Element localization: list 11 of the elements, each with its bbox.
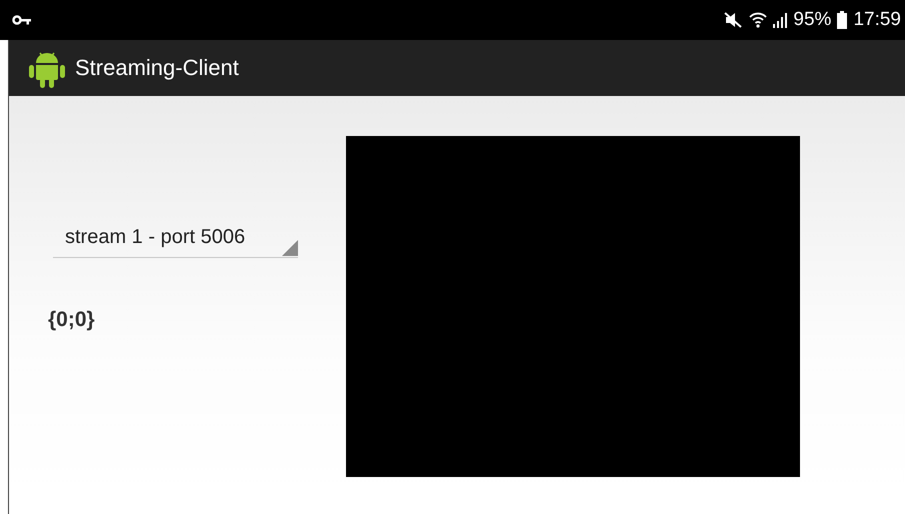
app-title: Streaming-Client [75,55,239,81]
wifi-icon [749,11,768,29]
battery-icon [837,11,848,29]
dropdown-corner-icon [282,240,298,256]
mute-icon [723,11,744,29]
signal-icon [773,12,788,28]
battery-percent: 95% [793,9,832,31]
clock: 17:59 [853,9,901,31]
stream-dropdown[interactable]: stream 1 - port 5006 [53,218,298,258]
coordinates-text: {0;0} [48,308,95,332]
key-icon [12,15,32,25]
